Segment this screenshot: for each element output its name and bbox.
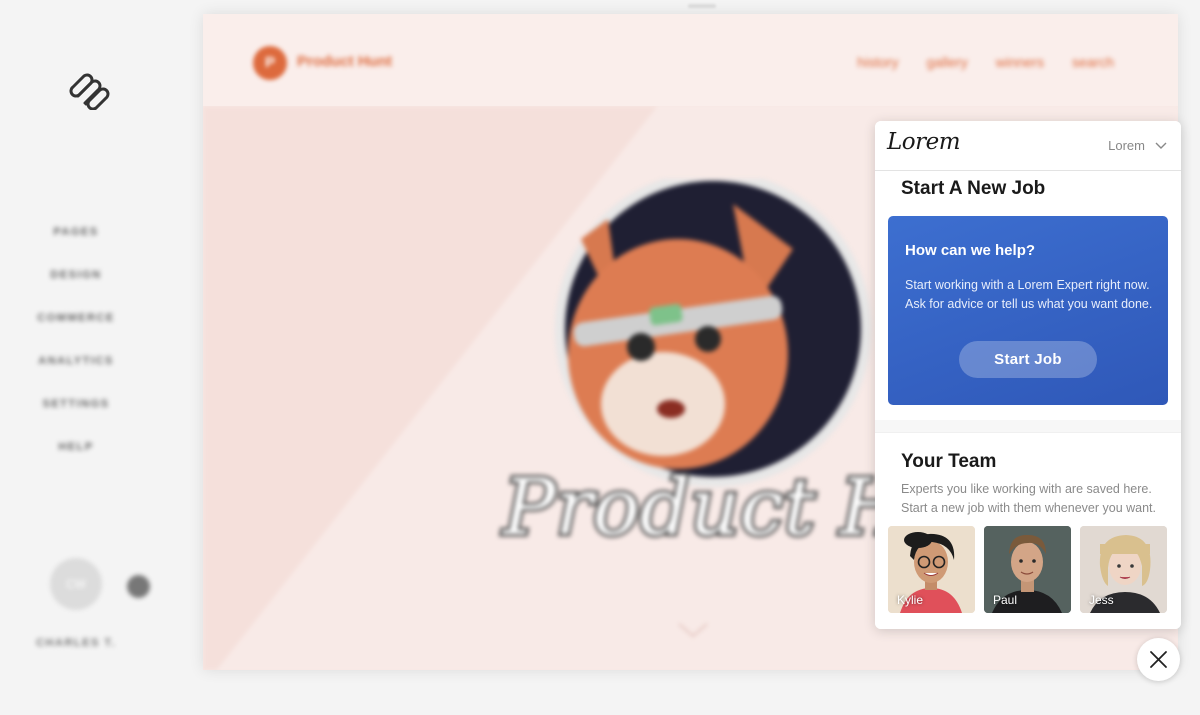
chevron-down-icon [1155, 142, 1167, 149]
widget-header: Lorem Lorem [875, 121, 1181, 171]
sidebar-item-analytics[interactable]: ANALYTICS [0, 355, 152, 398]
team-title: Your Team [901, 451, 997, 472]
team-member-name: Jess [1089, 593, 1114, 607]
team-member-paul[interactable]: Paul [984, 526, 1071, 613]
help-card-text: Start working with a Lorem Expert right … [905, 278, 1153, 311]
hero-script-text: Product Hunt [499, 461, 914, 556]
team-description: Experts you like working with are saved … [901, 482, 1156, 515]
preview-nav-winners[interactable]: winners [996, 54, 1044, 70]
sidebar-item-pages[interactable]: PAGES [0, 226, 152, 269]
preview-nav-search[interactable]: search [1072, 54, 1114, 70]
preview-header: P Product Hunt history gallery winners s… [203, 14, 1178, 106]
account-dropdown-label: Lorem [1108, 138, 1145, 153]
new-job-title: Start A New Job [901, 178, 1046, 199]
preview-nav: history gallery winners search [857, 54, 1114, 70]
user-name: CHARLES T. [36, 637, 116, 649]
help-card-title: How can we help? [905, 242, 1036, 259]
hero-script-text-label: Product Hunt [501, 463, 913, 553]
sidebar-item-commerce[interactable]: COMMERCE [0, 312, 152, 355]
team-section: Your Team Experts you like working with … [875, 432, 1181, 629]
close-icon [1150, 651, 1167, 668]
close-widget-button[interactable] [1137, 638, 1180, 681]
team-cards: Kylie Paul Jess [888, 526, 1167, 613]
start-job-button[interactable]: Start Job [959, 341, 1097, 378]
help-widget: Lorem Lorem Start A New Job How can we h… [875, 121, 1181, 629]
sidebar-nav: PAGES DESIGN COMMERCE ANALYTICS SETTINGS… [0, 226, 152, 484]
hero-cat-illustration: Product Hunt [499, 179, 914, 556]
account-dropdown[interactable]: Lorem [1108, 138, 1167, 153]
brand-name: Product Hunt [297, 53, 392, 70]
team-member-jess[interactable]: Jess [1080, 526, 1167, 613]
sidebar-item-help[interactable]: HELP [0, 441, 152, 484]
avatar-initials: CW [66, 577, 86, 591]
sidebar-item-design[interactable]: DESIGN [0, 269, 152, 312]
squarespace-logo-icon[interactable] [66, 70, 112, 110]
scroll-down-chevron-icon[interactable] [673, 620, 713, 640]
help-card: How can we help? Start working with a Lo… [888, 216, 1168, 405]
team-member-name: Paul [993, 593, 1018, 607]
editor-sidebar: PAGES DESIGN COMMERCE ANALYTICS SETTINGS… [0, 0, 200, 715]
team-member-name: Kylie [897, 593, 924, 607]
notification-dot-icon[interactable] [127, 575, 150, 598]
widget-logo: Lorem [887, 129, 961, 155]
avatar[interactable]: CW [50, 558, 102, 610]
preview-handle [688, 4, 716, 8]
brand-logo-letter: P [264, 54, 275, 71]
preview-nav-gallery[interactable]: gallery [926, 54, 967, 70]
sidebar-item-settings[interactable]: SETTINGS [0, 398, 152, 441]
team-member-kylie[interactable]: Kylie [888, 526, 975, 613]
brand-logo-icon: P [253, 46, 287, 80]
section-divider [875, 420, 1181, 432]
preview-nav-history[interactable]: history [857, 54, 898, 70]
widget-content[interactable]: Start A New Job How can we help? Start w… [875, 172, 1181, 629]
